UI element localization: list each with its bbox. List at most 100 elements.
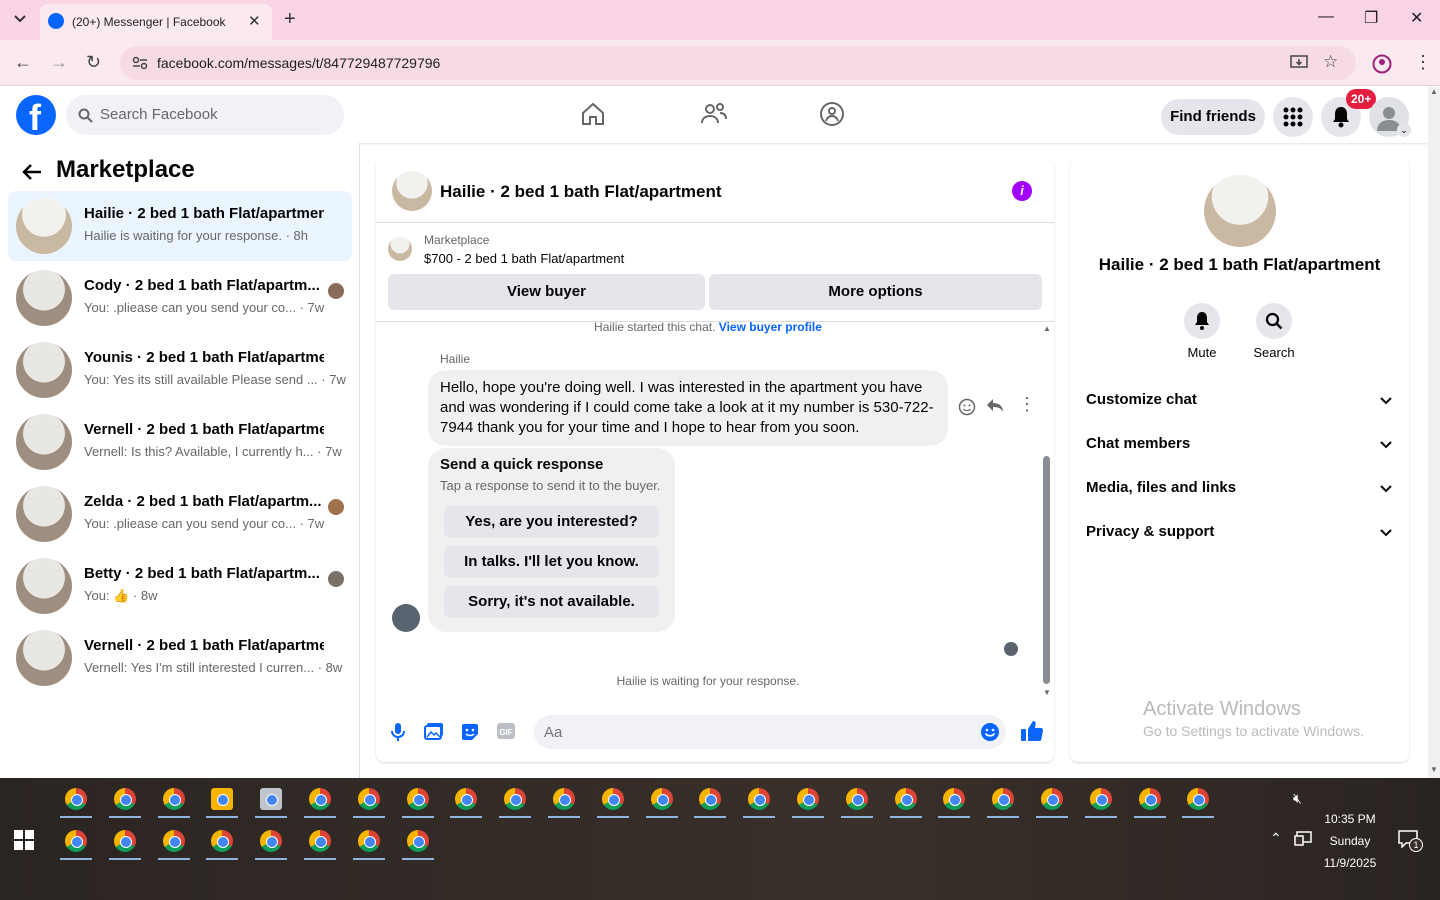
microphone-icon[interactable]	[390, 722, 406, 742]
sender-avatar[interactable]	[392, 604, 420, 632]
message-input-box[interactable]	[534, 715, 1006, 749]
windows-start-icon[interactable]	[14, 830, 34, 850]
taskbar-app-icon[interactable]	[934, 780, 974, 818]
volume-muted-icon[interactable]: 🔇︎	[1293, 790, 1302, 807]
view-buyer-button[interactable]: View buyer	[388, 274, 705, 310]
taskbar-app-icon[interactable]	[690, 780, 730, 818]
taskbar-app-icon[interactable]	[593, 780, 633, 818]
tab-close-icon[interactable]: ✕	[248, 12, 261, 30]
taskbar-app-icon[interactable]	[105, 822, 145, 860]
avatar[interactable]	[392, 171, 432, 211]
taskbar-app-icon[interactable]	[837, 780, 877, 818]
minimize-icon[interactable]: —	[1318, 8, 1334, 26]
more-icon[interactable]: ⋮	[1018, 394, 1036, 415]
chat-title[interactable]: Hailie · 2 bed 1 bath Flat/apartment	[440, 182, 722, 202]
taskbar-app-icon[interactable]	[544, 780, 584, 818]
thread-scrollbar[interactable]: ▲ ▼	[1040, 322, 1054, 702]
gif-icon[interactable]: GIF	[496, 722, 516, 740]
mute-button[interactable]: Mute	[1172, 303, 1232, 360]
scrollbar-thumb[interactable]	[1043, 456, 1050, 684]
bookmark-star-icon[interactable]: ☆	[1323, 52, 1338, 72]
taskbar-app-icon[interactable]	[398, 822, 438, 860]
window-close-icon[interactable]: ✕	[1410, 8, 1423, 28]
home-icon[interactable]	[580, 101, 606, 127]
facebook-logo[interactable]: f	[16, 95, 56, 138]
reply-icon[interactable]	[986, 398, 1004, 414]
conversation-item[interactable]: Zelda · 2 bed 1 bath Flat/apartm... You:…	[8, 479, 352, 549]
find-friends-button[interactable]: Find friends	[1161, 99, 1265, 135]
taskbar-app-icon[interactable]	[202, 780, 242, 818]
system-clock[interactable]: 10:35 PM Sunday 11/9/2025	[1318, 808, 1382, 874]
taskbar-app-icon[interactable]	[642, 780, 682, 818]
address-bar[interactable]: facebook.com/messages/t/847729487729796 …	[120, 46, 1356, 80]
scroll-down-icon[interactable]: ▼	[1430, 765, 1438, 774]
quick-reply-button[interactable]: Sorry, it's not available.	[444, 586, 659, 618]
conversation-item[interactable]: Cody · 2 bed 1 bath Flat/apartm... You: …	[8, 263, 352, 333]
action-center-button[interactable]: 1	[1398, 830, 1423, 852]
privacy-support-section[interactable]: Privacy & support	[1086, 523, 1393, 547]
search-input[interactable]: Search Facebook	[66, 95, 344, 135]
taskbar-app-icon[interactable]	[251, 780, 291, 818]
quick-reply-button[interactable]: Yes, are you interested?	[444, 506, 659, 538]
scroll-down-icon[interactable]: ▼	[1043, 688, 1051, 697]
friends-icon[interactable]	[700, 101, 728, 127]
groups-icon[interactable]	[819, 101, 845, 127]
tab-search-chevron-icon[interactable]	[10, 8, 30, 28]
taskbar-app-icon[interactable]	[202, 822, 242, 860]
taskbar-app-icon[interactable]	[300, 822, 340, 860]
taskbar-app-icon[interactable]	[56, 822, 96, 860]
listing-title[interactable]: $700 - 2 bed 1 bath Flat/apartment	[424, 251, 624, 266]
browser-tab[interactable]: (20+) Messenger | Facebook ✕	[40, 4, 272, 40]
info-icon[interactable]: i	[1012, 181, 1032, 201]
emoji-icon[interactable]	[980, 722, 1000, 742]
taskbar-app-icon[interactable]	[1032, 780, 1072, 818]
photo-icon[interactable]	[424, 722, 444, 740]
like-thumb-icon[interactable]	[1020, 719, 1044, 743]
more-options-button[interactable]: More options	[709, 274, 1042, 310]
react-icon[interactable]	[958, 398, 976, 416]
media-files-links-section[interactable]: Media, files and links	[1086, 479, 1393, 503]
quick-reply-button[interactable]: In talks. I'll let you know.	[444, 546, 659, 578]
tray-chevron-up-icon[interactable]: ⌃	[1270, 830, 1282, 847]
taskbar-app-icon[interactable]	[1130, 780, 1170, 818]
taskbar-app-icon[interactable]	[251, 822, 291, 860]
scroll-up-icon[interactable]: ▲	[1043, 324, 1051, 333]
message-input[interactable]	[544, 715, 964, 749]
new-tab-icon[interactable]: +	[284, 8, 296, 31]
avatar[interactable]	[1204, 175, 1276, 247]
message-bubble[interactable]: Hello, hope you're doing well. I was int…	[428, 370, 948, 446]
taskbar-app-icon[interactable]	[1081, 780, 1121, 818]
profile-icon[interactable]	[1372, 54, 1392, 74]
taskbar-app-icon[interactable]	[739, 780, 779, 818]
customize-chat-section[interactable]: Customize chat	[1086, 391, 1393, 415]
conversation-item[interactable]: Betty · 2 bed 1 bath Flat/apartm... You:…	[8, 551, 352, 621]
forward-icon[interactable]: →	[50, 52, 68, 73]
conversation-item[interactable]: Vernell · 2 bed 1 bath Flat/apartme... V…	[8, 623, 352, 693]
back-arrow-icon[interactable]	[22, 163, 42, 181]
taskbar-app-icon[interactable]	[154, 780, 194, 818]
taskbar-app-icon[interactable]	[495, 780, 535, 818]
taskbar-app-icon[interactable]	[105, 780, 145, 818]
taskbar-app-icon[interactable]	[983, 780, 1023, 818]
chat-members-section[interactable]: Chat members	[1086, 435, 1393, 459]
site-info-icon[interactable]	[132, 56, 148, 70]
taskbar-app-icon[interactable]	[1178, 780, 1218, 818]
taskbar-app-icon[interactable]	[56, 780, 96, 818]
search-chat-button[interactable]: Search	[1244, 303, 1304, 360]
view-buyer-profile-link[interactable]: View buyer profile	[719, 320, 822, 334]
page-scrollbar[interactable]: ▲ ▼	[1428, 87, 1440, 778]
conversation-item[interactable]: Hailie · 2 bed 1 bath Flat/apartment Hai…	[8, 191, 352, 261]
network-icon[interactable]	[1294, 831, 1312, 847]
conversation-item[interactable]: Vernell · 2 bed 1 bath Flat/apartme... V…	[8, 407, 352, 477]
taskbar-app-icon[interactable]	[154, 822, 194, 860]
install-app-icon[interactable]	[1290, 55, 1308, 71]
conversation-item[interactable]: Younis · 2 bed 1 bath Flat/apartment You…	[8, 335, 352, 405]
taskbar-app-icon[interactable]	[886, 780, 926, 818]
taskbar-app-icon[interactable]	[300, 780, 340, 818]
scroll-up-icon[interactable]: ▲	[1430, 87, 1438, 96]
taskbar-app-icon[interactable]	[349, 780, 389, 818]
back-icon[interactable]: ←	[14, 52, 32, 73]
taskbar-app-icon[interactable]	[446, 780, 486, 818]
message-thread[interactable]: Hailie started this chat. View buyer pro…	[376, 320, 1054, 702]
account-button[interactable]: ⌄	[1369, 97, 1411, 137]
